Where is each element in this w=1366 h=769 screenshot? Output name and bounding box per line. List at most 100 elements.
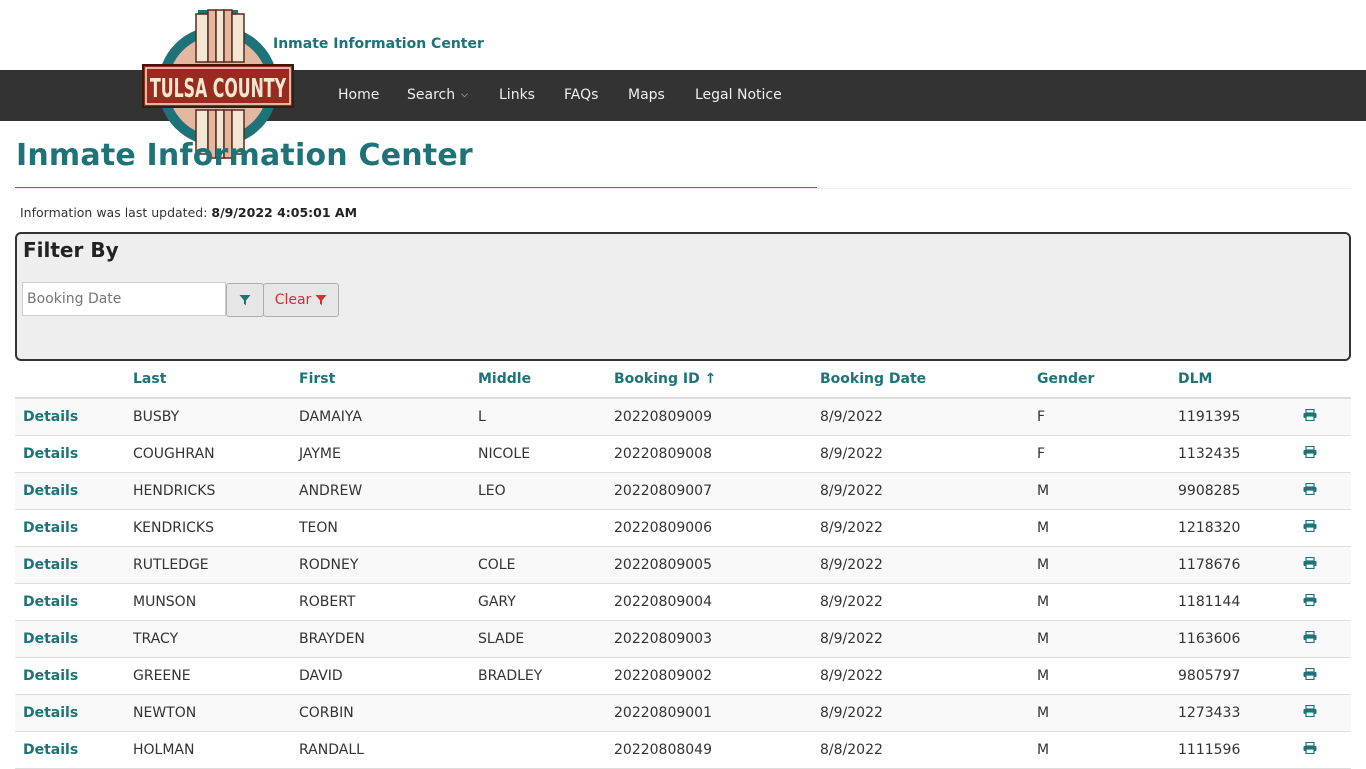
cell-booking-id: 20220809006 [614,509,820,547]
cell-gender: M [1037,472,1178,510]
print-cell [1303,620,1351,658]
print-icon[interactable] [1303,446,1317,458]
print-icon[interactable] [1303,705,1317,717]
cell-last: KENDRICKS [133,509,299,547]
inmate-table: Last First Middle Booking ID ↑ Booking D… [15,361,1351,769]
cell-dlm: 1178676 [1178,546,1303,584]
cell-dlm: 1218320 [1178,509,1303,547]
cell-booking-date: 8/9/2022 [820,472,1037,510]
cell-booking-date: 8/9/2022 [820,398,1037,436]
column-header-gender[interactable]: Gender [1037,361,1178,399]
column-header-booking-id[interactable]: Booking ID ↑ [614,361,820,399]
cell-booking-id: 20220809002 [614,657,820,695]
details-link[interactable]: Details [15,657,133,695]
cell-middle: L [478,398,614,436]
cell-last: HENDRICKS [133,472,299,510]
print-cell [1303,694,1351,732]
cell-gender: F [1037,398,1178,436]
details-link[interactable]: Details [15,620,133,658]
nav-faqs[interactable]: FAQs [564,70,598,121]
title-divider [15,187,817,188]
last-updated: Information was last updated: 8/9/2022 4… [20,205,357,220]
details-link[interactable]: Details [15,694,133,732]
column-header-dlm[interactable]: DLM [1178,361,1303,399]
cell-booking-id: 20220809007 [614,472,820,510]
details-link[interactable]: Details [15,583,133,621]
table-row: Details NEWTON CORBIN 20220809001 8/9/20… [15,694,1351,732]
table-row: Details COUGHRAN JAYME NICOLE 2022080900… [15,435,1351,473]
filter-icon [315,295,327,305]
cell-last: TRACY [133,620,299,658]
print-icon[interactable] [1303,409,1317,421]
cell-dlm: 1181144 [1178,583,1303,621]
details-link[interactable]: Details [15,546,133,584]
table-row: Details HOLMAN RANDALL 20220808049 8/8/2… [15,731,1351,769]
print-icon[interactable] [1303,668,1317,680]
details-link[interactable]: Details [15,472,133,510]
nav-search[interactable]: Search ⌵ [407,70,468,121]
cell-booking-date: 8/9/2022 [820,694,1037,732]
nav-maps[interactable]: Maps [628,70,665,121]
clear-filter-button[interactable]: Clear [263,283,339,317]
cell-middle [478,731,614,769]
cell-booking-id: 20220809005 [614,546,820,584]
site-title-link[interactable]: Inmate Information Center [273,36,484,52]
cell-first: CORBIN [299,694,478,732]
cell-middle [478,509,614,547]
column-header-middle[interactable]: Middle [478,361,614,399]
table-row: Details GREENE DAVID BRADLEY 20220809002… [15,657,1351,695]
print-icon[interactable] [1303,631,1317,643]
cell-last: HOLMAN [133,731,299,769]
cell-dlm: 1111596 [1178,731,1303,769]
cell-dlm: 1132435 [1178,435,1303,473]
cell-booking-date: 8/9/2022 [820,509,1037,547]
print-icon[interactable] [1303,742,1317,754]
cell-first: RANDALL [299,731,478,769]
cell-booking-id: 20220809003 [614,620,820,658]
cell-last: RUTLEDGE [133,546,299,584]
page-title: Inmate Information Center [16,138,473,173]
column-header-last[interactable]: Last [133,361,299,399]
cell-booking-id: 20220809008 [614,435,820,473]
print-icon[interactable] [1303,483,1317,495]
cell-first: RODNEY [299,546,478,584]
cell-middle [478,694,614,732]
column-header-print [1303,361,1351,399]
nav-search-label: Search [407,87,456,103]
apply-filter-button[interactable] [226,283,264,317]
cell-gender: M [1037,583,1178,621]
cell-booking-id: 20220809009 [614,398,820,436]
cell-booking-id: 20220808049 [614,731,820,769]
details-link[interactable]: Details [15,731,133,769]
nav-legal-notice[interactable]: Legal Notice [695,70,782,121]
cell-booking-date: 8/8/2022 [820,731,1037,769]
details-link[interactable]: Details [15,435,133,473]
filter-title: Filter By [23,238,119,262]
print-cell [1303,509,1351,547]
table-row: Details BUSBY DAMAIYA L 20220809009 8/9/… [15,398,1351,436]
cell-middle: SLADE [478,620,614,658]
booking-date-input[interactable] [22,282,226,316]
print-cell [1303,583,1351,621]
print-icon[interactable] [1303,594,1317,606]
cell-first: JAYME [299,435,478,473]
cell-gender: M [1037,620,1178,658]
cell-first: DAMAIYA [299,398,478,436]
column-header-first[interactable]: First [299,361,478,399]
details-link[interactable]: Details [15,398,133,436]
cell-first: DAVID [299,657,478,695]
print-icon[interactable] [1303,557,1317,569]
last-updated-value: 8/9/2022 4:05:01 AM [211,205,358,220]
column-header-booking-date[interactable]: Booking Date [820,361,1037,399]
cell-last: MUNSON [133,583,299,621]
nav-links[interactable]: Links [499,70,535,121]
cell-dlm: 1163606 [1178,620,1303,658]
details-link[interactable]: Details [15,509,133,547]
cell-dlm: 9908285 [1178,472,1303,510]
cell-gender: M [1037,546,1178,584]
cell-booking-date: 8/9/2022 [820,657,1037,695]
cell-first: ANDREW [299,472,478,510]
print-icon[interactable] [1303,520,1317,532]
nav-home[interactable]: Home [338,70,379,121]
table-row: Details HENDRICKS ANDREW LEO 20220809007… [15,472,1351,510]
